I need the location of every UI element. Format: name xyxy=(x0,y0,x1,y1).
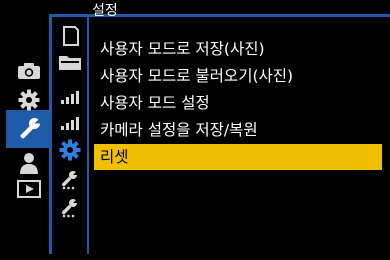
settings-screen: 설정 사용자 모드로 저장(사진) 사용자 모드로 불러오기(사진) 사용자 모… xyxy=(0,0,390,260)
wrench-icon xyxy=(16,116,42,142)
wrench-1-icon xyxy=(59,169,81,195)
wireless-2-icon xyxy=(59,112,81,136)
page-title: 설정 xyxy=(92,3,118,19)
menu-item-load-custom-mode[interactable]: 사용자 모드로 불러오기(사진) xyxy=(94,63,382,89)
frame-line-inner xyxy=(87,14,89,254)
gear-icon xyxy=(18,89,40,111)
playback-icon xyxy=(17,180,41,198)
category-camera[interactable] xyxy=(14,60,44,82)
menu-item-custom-mode-settings[interactable]: 사용자 모드 설정 xyxy=(94,90,382,116)
subtab-wrench-1[interactable] xyxy=(56,170,84,194)
memory-card-icon xyxy=(60,25,80,51)
menu-item-save-custom-mode[interactable]: 사용자 모드로 저장(사진) xyxy=(94,36,382,62)
gear-icon xyxy=(59,139,81,165)
subtab-folder[interactable] xyxy=(56,52,84,76)
category-setup[interactable] xyxy=(14,118,44,140)
wrench-2-icon xyxy=(59,197,81,223)
menu-item-reset[interactable]: 리셋 xyxy=(94,144,382,170)
subtab-wrench-2[interactable] xyxy=(56,198,84,222)
subtab-wireless-2[interactable] xyxy=(56,112,84,136)
camera-icon xyxy=(17,62,41,80)
folder-icon xyxy=(58,53,82,75)
subtab-wireless-1[interactable] xyxy=(56,86,84,110)
menu-item-save-restore-settings[interactable]: 카메라 설정을 저장/복원 xyxy=(94,117,382,143)
person-icon xyxy=(18,152,40,174)
category-custom[interactable] xyxy=(14,89,44,111)
category-my-menu[interactable] xyxy=(14,152,44,174)
category-playback[interactable] xyxy=(14,178,44,200)
wireless-1-icon xyxy=(59,86,81,110)
subtab-gear-selected[interactable] xyxy=(56,139,84,165)
subtab-card[interactable] xyxy=(56,26,84,50)
